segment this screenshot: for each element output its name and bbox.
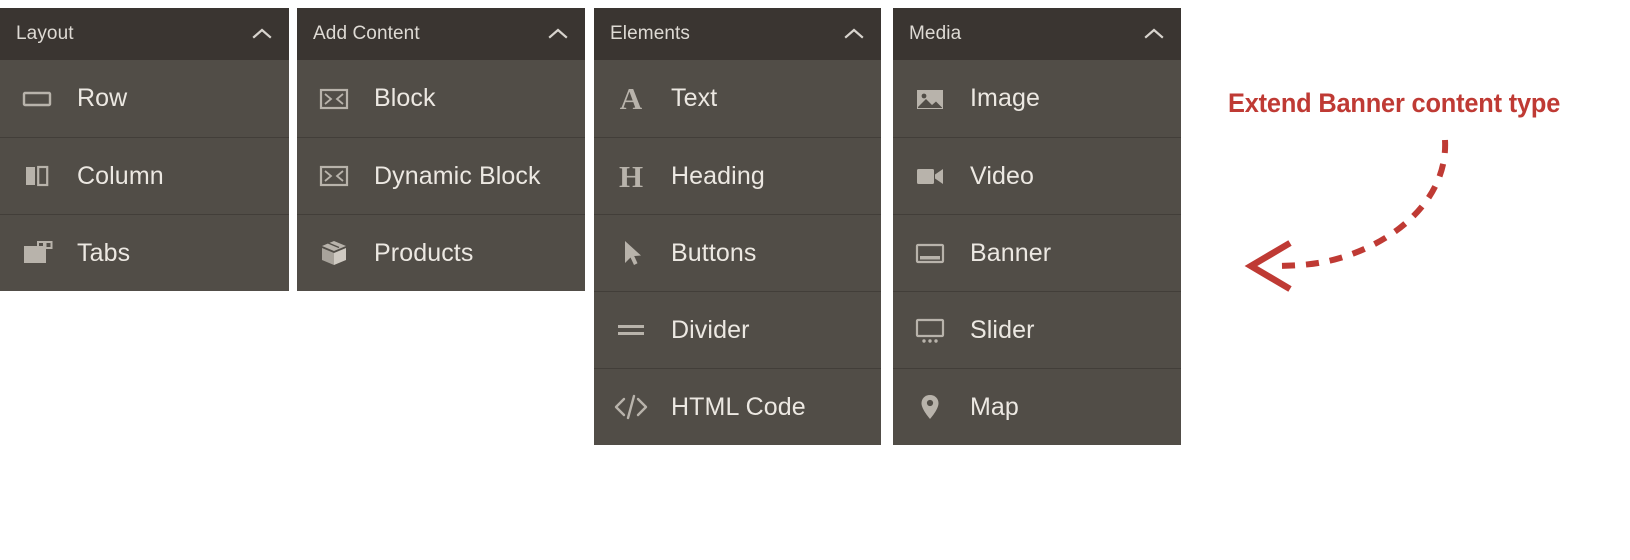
panel-item-map[interactable]: Map	[893, 368, 1181, 445]
panel-item-map-label: Map	[970, 392, 1019, 421]
panel-layout-body: Row Column Tabs	[0, 60, 289, 291]
chevron-up-icon[interactable]	[249, 21, 275, 47]
panel-item-slider[interactable]: Slider	[893, 291, 1181, 368]
image-icon	[910, 79, 950, 119]
chevron-up-icon[interactable]	[1141, 21, 1167, 47]
html-code-icon	[611, 387, 651, 427]
divider-lines-icon	[611, 310, 651, 350]
panel-layout-header[interactable]: Layout	[0, 8, 289, 60]
panel-item-heading-label: Heading	[671, 161, 765, 190]
panel-media: Media Image Video Banner Slider Map	[893, 8, 1181, 445]
panel-item-dynamic-block-label: Dynamic Block	[374, 161, 541, 190]
dynamic-block-icon	[314, 156, 354, 196]
slider-icon	[910, 310, 950, 350]
panel-item-divider[interactable]: Divider	[594, 291, 881, 368]
arrowhead-left-icon	[1244, 240, 1292, 292]
panel-item-video-label: Video	[970, 161, 1034, 190]
panel-elements-title: Elements	[610, 23, 691, 44]
chevron-up-icon[interactable]	[545, 21, 571, 47]
column-icon	[17, 156, 57, 196]
panel-item-text[interactable]: A Text	[594, 60, 881, 137]
panel-item-buttons-label: Buttons	[671, 238, 757, 267]
panel-item-products-label: Products	[374, 238, 474, 267]
panel-item-banner[interactable]: Banner	[893, 214, 1181, 291]
panel-item-heading[interactable]: H Heading	[594, 137, 881, 214]
panel-item-image[interactable]: Image	[893, 60, 1181, 137]
row-icon	[17, 79, 57, 119]
block-icon	[314, 79, 354, 119]
panel-item-row[interactable]: Row	[0, 60, 289, 137]
panel-elements-header[interactable]: Elements	[594, 8, 881, 60]
panel-item-html-code[interactable]: HTML Code	[594, 368, 881, 445]
heading-h-icon: H	[618, 158, 644, 194]
annotation-label: Extend Banner content type	[1228, 88, 1561, 118]
panel-item-dynamic-block[interactable]: Dynamic Block	[297, 137, 585, 214]
panel-layout: Layout Row Column Tabs	[0, 8, 289, 291]
panel-item-block[interactable]: Block	[297, 60, 585, 137]
video-camera-icon	[910, 156, 950, 196]
panel-item-text-label: Text	[671, 84, 718, 112]
panel-media-title: Media	[909, 23, 962, 44]
products-box-icon	[314, 233, 354, 273]
panel-item-image-label: Image	[970, 84, 1040, 112]
panel-item-html-code-label: HTML Code	[671, 392, 806, 421]
panel-add-content-header[interactable]: Add Content	[297, 8, 585, 60]
panel-item-tabs[interactable]: Tabs	[0, 214, 289, 291]
panel-item-banner-label: Banner	[970, 238, 1052, 267]
chevron-up-icon[interactable]	[841, 21, 867, 47]
banner-icon	[910, 233, 950, 273]
panel-add-content: Add Content Block Dynamic Block Products	[297, 8, 585, 291]
panel-layout-title: Layout	[16, 23, 74, 44]
panel-media-header[interactable]: Media	[893, 8, 1181, 60]
panel-item-tabs-label: Tabs	[77, 238, 131, 267]
panel-elements-body: A Text H Heading Buttons Divider HTML Co…	[594, 60, 881, 445]
map-pin-icon	[910, 387, 950, 427]
panel-item-video[interactable]: Video	[893, 137, 1181, 214]
panel-item-divider-label: Divider	[671, 315, 750, 344]
panel-item-products[interactable]: Products	[297, 214, 585, 291]
cursor-arrow-icon	[611, 233, 651, 273]
dashed-curve-path	[1271, 139, 1449, 269]
panel-item-block-label: Block	[374, 84, 436, 112]
panel-item-buttons[interactable]: Buttons	[594, 214, 881, 291]
panel-elements: Elements A Text H Heading Buttons Divide…	[594, 8, 881, 445]
panel-media-body: Image Video Banner Slider Map	[893, 60, 1181, 445]
panel-item-column[interactable]: Column	[0, 137, 289, 214]
panel-add-content-title: Add Content	[313, 23, 420, 44]
tabs-icon	[17, 233, 57, 273]
panel-item-slider-label: Slider	[970, 315, 1035, 344]
panel-item-column-label: Column	[77, 161, 164, 190]
panel-item-row-label: Row	[77, 84, 128, 112]
panel-add-content-body: Block Dynamic Block Products	[297, 60, 585, 291]
text-a-icon: A	[619, 81, 643, 116]
